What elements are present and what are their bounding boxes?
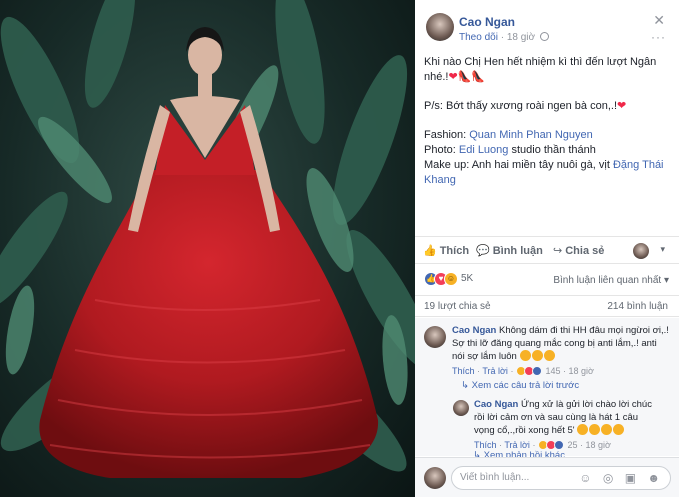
fashion-credit: Fashion: Quan Minh Phan Nguyen bbox=[424, 129, 593, 141]
cry-laugh-emoji bbox=[531, 350, 543, 361]
meta-separator: · bbox=[500, 32, 505, 43]
viewer-avatar[interactable] bbox=[633, 243, 649, 259]
comment-count[interactable]: 214 bình luận bbox=[607, 301, 668, 312]
post-meta: Theo dõi · 18 giờ bbox=[459, 32, 549, 43]
share-count[interactable]: 19 lượt chia sẻ bbox=[424, 301, 491, 312]
cry-laugh-emoji bbox=[577, 424, 589, 435]
comment-reaction-count[interactable]: 145 bbox=[545, 366, 560, 376]
cry-laugh-emoji bbox=[613, 424, 625, 435]
makeup-credit: Make up: Anh hai miền tây nuôi gà, vịt Đ… bbox=[424, 159, 664, 186]
haha-reaction-icon: ☺ bbox=[444, 272, 458, 286]
cry-laugh-emoji bbox=[519, 350, 531, 361]
comment-meta: Thích · Trả lời · 25 · 18 giờ bbox=[474, 440, 611, 450]
photo-link[interactable]: Edi Luong bbox=[459, 144, 509, 156]
post-header: Cao Ngan Theo dõi · 18 giờ ✕ ··· bbox=[415, 0, 679, 50]
share-count-bar: 19 lượt chia sẻ 214 bình luận bbox=[415, 295, 679, 317]
action-bar: 👍 Thích 💬 Bình luận ↪ Chia sẻ ▾ bbox=[415, 236, 679, 264]
heart-emoji: ❤ bbox=[617, 100, 627, 112]
post-line-1: Khi nào Chị Hen hết nhiệm kì thì đến lượ… bbox=[424, 56, 657, 83]
share-icon: ↪ bbox=[553, 245, 563, 257]
comment-time[interactable]: 18 giờ bbox=[585, 440, 610, 450]
follow-link[interactable]: Theo dõi bbox=[459, 32, 498, 43]
author-name[interactable]: Cao Ngan bbox=[459, 15, 515, 29]
comment-input-box[interactable]: ☺ ◎ ▣ ☻ bbox=[451, 466, 671, 490]
like-button[interactable]: 👍 Thích bbox=[423, 244, 469, 257]
comment-input[interactable] bbox=[460, 472, 560, 483]
see-previous-replies-link[interactable]: ↳ Xem các câu trả lời trước bbox=[461, 380, 579, 391]
chevron-down-icon[interactable]: ▾ bbox=[660, 244, 665, 255]
comment-text: Cao Ngan Không dám đi thi HH đâu mọi ngừ… bbox=[452, 325, 669, 362]
comment-composer: ☺ ◎ ▣ ☻ bbox=[415, 457, 679, 497]
heart-heels-emoji: ❤👠👠 bbox=[448, 71, 486, 83]
globe-icon bbox=[539, 32, 549, 41]
comment-icon: 💬 bbox=[476, 245, 490, 257]
post-ps: P/s: Bớt thấy xương roài ngen bà con,.!❤ bbox=[424, 100, 627, 112]
photo-credit: Photo: Edi Luong studio thần thánh bbox=[424, 144, 596, 156]
commenter-name[interactable]: Cao Ngan bbox=[452, 325, 496, 336]
comment-like-link[interactable]: Thích bbox=[474, 440, 497, 450]
post-text: Khi nào Chị Hen hết nhiệm kì thì đến lượ… bbox=[424, 55, 672, 188]
comment-button[interactable]: 💬 Bình luận bbox=[476, 244, 543, 257]
comment-text: Cao Ngan Ứng xử là gửi lời chào lời chúc… bbox=[474, 399, 652, 436]
thumbs-up-icon: 👍 bbox=[423, 245, 437, 257]
composer-icons[interactable]: ☺ ◎ ▣ ☻ bbox=[579, 471, 664, 485]
cry-laugh-emoji bbox=[601, 424, 613, 435]
cry-laugh-emoji bbox=[589, 424, 601, 435]
post-time[interactable]: 18 giờ bbox=[507, 32, 535, 43]
comment-reply-link[interactable]: Trả lời bbox=[504, 440, 530, 450]
fashion-link[interactable]: Quan Minh Phan Nguyen bbox=[469, 129, 593, 141]
comment-reply-link[interactable]: Trả lời bbox=[482, 366, 508, 376]
comment-filter-dropdown[interactable]: Bình luận liên quan nhất ▾ bbox=[553, 275, 669, 286]
reply-arrow-icon: ↳ bbox=[461, 380, 472, 391]
comments-section: Cao Ngan Không dám đi thi HH đâu mọi ngừ… bbox=[415, 318, 679, 461]
viewer-avatar[interactable] bbox=[424, 467, 446, 489]
comment-meta: Thích · Trả lời · 145 · 18 giờ bbox=[452, 366, 594, 376]
commenter-avatar[interactable] bbox=[424, 326, 446, 348]
author-avatar[interactable] bbox=[426, 13, 454, 41]
comment-reaction-count[interactable]: 25 bbox=[567, 440, 577, 450]
commenter-avatar[interactable] bbox=[453, 400, 469, 416]
comment-time[interactable]: 18 giờ bbox=[568, 366, 593, 376]
like-reaction-icon bbox=[531, 366, 542, 376]
more-options-button[interactable]: ··· bbox=[651, 30, 666, 44]
reaction-count: 5K bbox=[461, 273, 474, 284]
like-reaction-icon bbox=[553, 440, 564, 450]
post-photo[interactable] bbox=[0, 0, 415, 497]
close-icon[interactable]: ✕ bbox=[653, 12, 665, 29]
cry-laugh-emoji bbox=[543, 350, 555, 361]
post-panel: Cao Ngan Theo dõi · 18 giờ ✕ ··· Khi nào… bbox=[415, 0, 679, 497]
comment-like-link[interactable]: Thích bbox=[452, 366, 475, 376]
photo-illustration bbox=[0, 0, 415, 478]
share-button[interactable]: ↪ Chia sẻ bbox=[553, 244, 604, 257]
commenter-name[interactable]: Cao Ngan bbox=[474, 399, 518, 410]
